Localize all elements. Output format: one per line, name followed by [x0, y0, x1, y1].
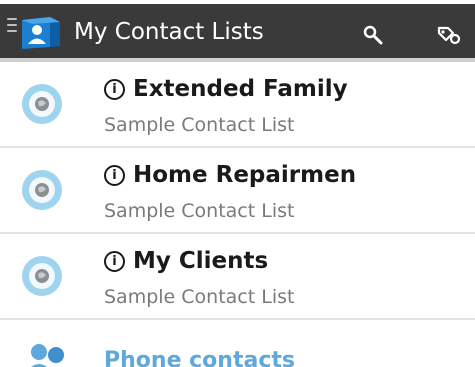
list-subtitle: Sample Contact List: [104, 114, 295, 136]
list-item[interactable]: i My Clients Sample Contact List: [0, 234, 475, 320]
list-title: i Home Repairmen: [104, 162, 356, 188]
contact-book-logo-icon[interactable]: [16, 16, 64, 50]
app-title: My Contact Lists: [74, 19, 264, 45]
app-screen: My Contact Lists i Extended Family Sample…: [0, 0, 475, 367]
phone-contacts-item[interactable]: Phone contacts: [0, 320, 475, 367]
list-subtitle: Sample Contact List: [104, 286, 295, 308]
contact-list: i Extended Family Sample Contact List i Ho…: [0, 62, 475, 367]
list-subtitle: Sample Contact List: [104, 200, 295, 222]
phone-contacts-label: Phone contacts: [104, 348, 295, 367]
people-icon: [31, 344, 64, 367]
list-globe-icon: [22, 170, 62, 210]
info-icon[interactable]: i: [104, 79, 125, 100]
list-item[interactable]: i Home Repairmen Sample Contact List: [0, 148, 475, 234]
info-icon[interactable]: i: [104, 251, 125, 272]
list-title: i My Clients: [104, 248, 268, 274]
list-globe-icon: [22, 256, 62, 296]
list-item[interactable]: i Extended Family Sample Contact List: [0, 62, 475, 148]
list-title: i Extended Family: [104, 76, 348, 102]
tags-icon[interactable]: [436, 24, 462, 46]
list-globe-icon: [22, 84, 62, 124]
info-icon[interactable]: i: [104, 165, 125, 186]
action-bar: My Contact Lists: [0, 0, 475, 62]
search-icon[interactable]: [362, 24, 386, 46]
